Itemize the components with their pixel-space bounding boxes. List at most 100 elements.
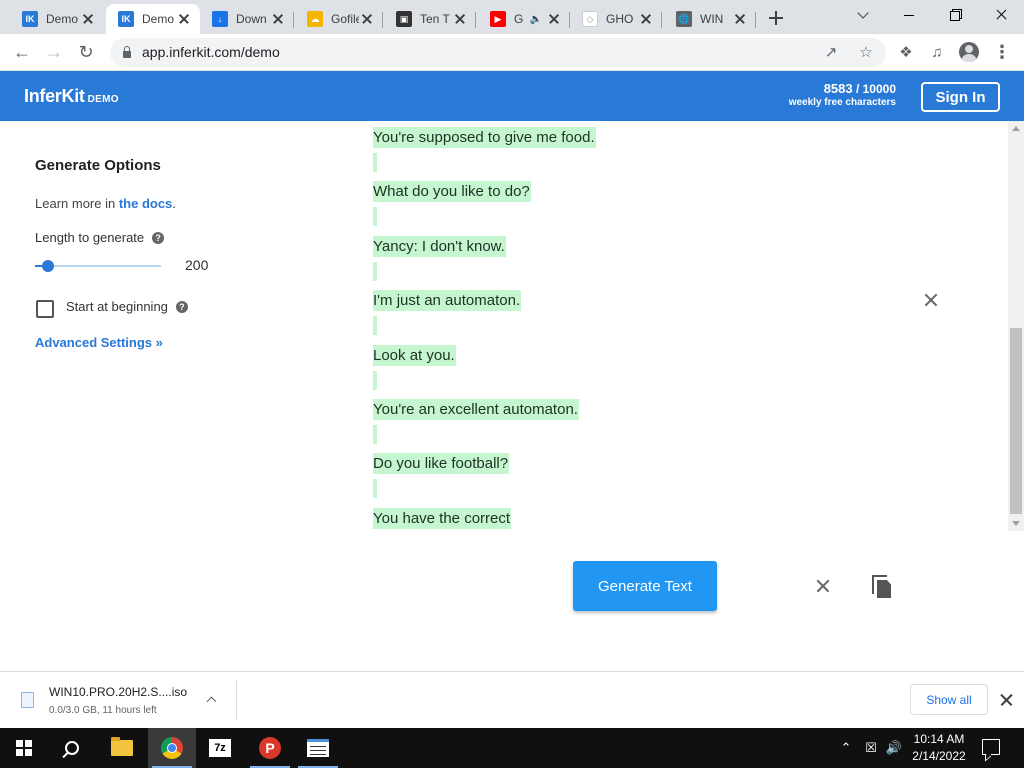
speaker-icon[interactable]: 🔈 [530,14,542,25]
browser-tab[interactable]: ☁ Gofile [295,4,383,34]
browser-tab[interactable]: ▣ Ten T [384,4,476,34]
tab-close-icon[interactable] [176,11,192,27]
quota-total: 10000 [862,82,896,96]
tab-close-icon[interactable] [80,11,96,27]
window-close-button[interactable] [978,0,1024,30]
tab-title: Ten T [420,12,450,26]
close-download-bar-icon[interactable] [1000,693,1013,706]
main-content: Generate Options Learn more in the docs.… [0,121,1008,671]
length-value: 200 [185,257,209,273]
scroll-up-arrow[interactable] [1012,126,1020,131]
tab-title: Gofile [331,12,359,26]
browser-tab[interactable]: 🌐 WIN [664,4,756,34]
search-icon [65,741,79,755]
tab-title: Demo [46,12,79,26]
address-bar[interactable]: app.inferkit.com/demo ↗ ☆ [110,38,886,67]
file-explorer-button[interactable] [98,728,146,768]
back-button[interactable]: ← [8,38,36,66]
browser-tab[interactable]: IK Demo [10,4,104,34]
bookmark-star-icon[interactable]: ☆ [856,42,876,62]
forward-button[interactable]: → [40,38,68,66]
tab-close-icon[interactable] [546,11,562,27]
chevron-up-icon[interactable]: ⌃ [838,728,854,768]
minimize-button[interactable] [886,0,932,30]
length-label: Length to generate? [35,230,165,245]
generated-text-area[interactable]: You're supposed to give me food. What do … [373,121,953,531]
chevron-up-icon[interactable] [205,694,219,708]
cancel-icon[interactable] [816,579,830,593]
globe-icon: 🌐 [676,11,692,27]
profile-avatar[interactable] [955,38,983,66]
generated-line: I'm just an automaton. [373,290,522,312]
tab-close-icon[interactable] [638,11,654,27]
logo[interactable]: InferKit DEMO [24,86,119,107]
tab-title: WIN [700,12,724,26]
learn-more-prefix: Learn more in [35,196,119,211]
browser-toolbar: ← → ↻ app.inferkit.com/demo ↗ ☆ ❖ ♫ ⋮ [0,34,1024,71]
clock-date: 2/14/2022 [912,749,966,763]
start-button[interactable] [0,728,48,768]
tab-close-icon[interactable] [452,11,468,27]
psiphon-icon: P [259,737,281,759]
browser-tab[interactable]: ▶ G 🔈 [478,4,570,34]
network-icon[interactable]: ☒ [862,728,880,768]
browser-tab[interactable]: IK Demo [106,4,200,34]
inferkit-icon: IK [22,11,38,27]
browser-tab[interactable]: ↓ Down [200,4,294,34]
extensions-icon[interactable]: ❖ [892,38,920,66]
start-help-icon[interactable]: ? [175,300,188,313]
chrome-button[interactable] [148,728,196,768]
clock-time: 10:14 AM [913,732,965,746]
7zip-icon: 7z [209,739,231,757]
chrome-icon [161,737,183,759]
learn-more-text: Learn more in the docs. [35,196,176,211]
start-label-text: Start at beginning [66,299,168,314]
reload-button[interactable]: ↻ [72,38,100,66]
url-text[interactable]: app.inferkit.com/demo [142,44,280,60]
app-header: InferKit DEMO 8583 / 10000 weekly free ch… [0,71,1024,121]
blank-line-marker [373,370,377,390]
tab-title: G [514,12,524,26]
generated-line: You're an excellent automaton. [373,399,579,420]
lock-icon[interactable] [122,46,132,58]
tab-close-icon[interactable] [270,11,286,27]
menu-kebab-icon[interactable]: ⋮ [988,38,1016,66]
slider-thumb[interactable] [41,260,54,272]
download-filename[interactable]: WIN10.PRO.20H2.S....iso [49,685,187,699]
clear-text-icon[interactable] [924,293,938,307]
psiphon-button[interactable]: P [246,728,294,768]
browser-tab[interactable]: ◇ GHO [570,4,662,34]
tab-title: Demo [142,12,175,26]
sign-in-button[interactable]: Sign In [921,82,1000,112]
tab-title: GHO [606,12,634,26]
new-tab-button[interactable] [766,8,786,28]
media-control-icon[interactable]: ♫ [923,38,951,66]
slider-track[interactable] [35,265,161,267]
file-icon[interactable] [17,688,39,712]
vertical-scrollbar[interactable] [1008,121,1024,531]
tab-close-icon[interactable] [732,11,748,27]
search-button[interactable] [48,728,96,768]
docs-link[interactable]: the docs [119,196,172,211]
clock[interactable]: 10:14 AM 2/14/2022 [908,731,970,765]
scrollbar-gutter [1008,531,1024,671]
scrollbar-thumb[interactable] [1010,328,1022,514]
scroll-down-arrow[interactable] [1012,521,1020,526]
length-help-icon[interactable]: ? [152,231,165,244]
tab-close-icon[interactable] [359,11,375,27]
notification-icon[interactable] [982,739,1000,755]
tab-search-button[interactable] [842,0,888,30]
notepad-icon [307,739,329,757]
advanced-settings-link[interactable]: Advanced Settings » [35,335,163,350]
7zip-button[interactable]: 7z [196,728,244,768]
start-at-beginning-checkbox[interactable] [36,300,54,318]
length-slider[interactable] [35,260,161,272]
download-icon: ↓ [212,11,228,27]
volume-icon[interactable]: 🔊 [884,728,904,768]
notepad-button[interactable] [294,728,342,768]
generate-text-button[interactable]: Generate Text [573,561,717,611]
copy-icon[interactable] [872,575,894,599]
show-all-button[interactable]: Show all [910,684,988,715]
share-icon[interactable]: ↗ [821,42,841,62]
restore-button[interactable] [932,0,978,30]
